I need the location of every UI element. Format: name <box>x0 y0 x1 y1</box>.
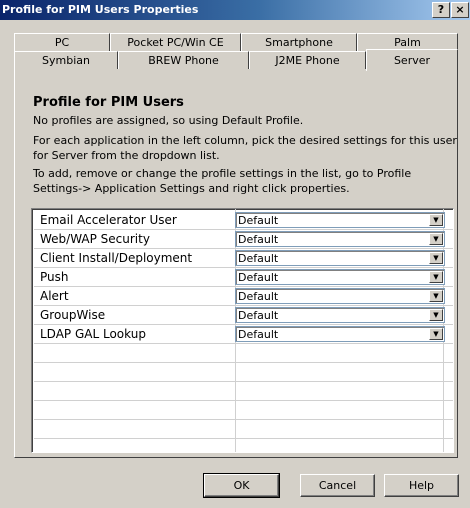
empty-row <box>34 382 453 401</box>
empty-row <box>34 401 453 420</box>
dropdown-value: Default <box>238 233 279 246</box>
setting-dropdown[interactable]: Default ▼ <box>235 250 445 266</box>
title-bar: Profile for PIM Users Properties ? × <box>0 0 470 20</box>
setting-dropdown[interactable]: Default ▼ <box>235 231 445 247</box>
setting-dropdown[interactable]: Default ▼ <box>235 212 445 228</box>
tab-row-front: Symbian BREW Phone J2ME Phone Server <box>14 38 458 71</box>
application-name: Client Install/Deployment <box>40 251 193 265</box>
application-name: LDAP GAL Lookup <box>40 327 146 341</box>
list-item[interactable]: Client Install/Deployment Default ▼ <box>34 249 453 268</box>
empty-row <box>34 363 453 382</box>
help-button[interactable]: Help <box>384 474 459 497</box>
cancel-button[interactable]: Cancel <box>300 474 375 497</box>
tab-j2me-phone[interactable]: J2ME Phone <box>249 51 366 69</box>
section-heading: Profile for PIM Users <box>33 95 184 110</box>
tab-symbian[interactable]: Symbian <box>14 51 118 69</box>
chevron-down-icon[interactable]: ▼ <box>429 214 443 226</box>
application-settings-list[interactable]: Email Accelerator User Default ▼ Web/WAP… <box>31 208 454 453</box>
application-name: Alert <box>40 289 69 303</box>
dropdown-value: Default <box>238 214 279 227</box>
list-item[interactable]: GroupWise Default ▼ <box>34 306 453 325</box>
instructions-text: For each application in the left column,… <box>33 134 457 162</box>
chevron-down-icon[interactable]: ▼ <box>429 271 443 283</box>
application-name: Web/WAP Security <box>40 232 150 246</box>
empty-row <box>34 420 453 439</box>
chevron-down-icon[interactable]: ▼ <box>429 290 443 302</box>
chevron-down-icon[interactable]: ▼ <box>429 233 443 245</box>
empty-row <box>34 439 453 452</box>
empty-row <box>34 344 453 363</box>
application-name: Push <box>40 270 69 284</box>
close-icon[interactable]: × <box>451 2 469 18</box>
dropdown-value: Default <box>238 290 279 303</box>
tab-brew-phone[interactable]: BREW Phone <box>118 51 249 69</box>
chevron-down-icon[interactable]: ▼ <box>429 309 443 321</box>
ok-button[interactable]: OK <box>203 473 280 498</box>
chevron-down-icon[interactable]: ▼ <box>429 252 443 264</box>
dropdown-value: Default <box>238 252 279 265</box>
setting-dropdown[interactable]: Default ▼ <box>235 326 445 342</box>
setting-dropdown[interactable]: Default ▼ <box>235 269 445 285</box>
list-item[interactable]: LDAP GAL Lookup Default ▼ <box>34 325 453 344</box>
chevron-down-icon[interactable]: ▼ <box>429 328 443 340</box>
no-profile-text: No profiles are assigned, so using Defau… <box>33 114 304 127</box>
dropdown-value: Default <box>238 328 279 341</box>
window-title: Profile for PIM Users Properties <box>2 3 199 16</box>
list-item[interactable]: Push Default ▼ <box>34 268 453 287</box>
tab-server[interactable]: Server <box>366 49 458 71</box>
list-item[interactable]: Web/WAP Security Default ▼ <box>34 230 453 249</box>
help-icon[interactable]: ? <box>432 2 450 18</box>
edit-hint-text: To add, remove or change the profile set… <box>33 167 412 195</box>
application-name: Email Accelerator User <box>40 213 177 227</box>
list-item[interactable]: Alert Default ▼ <box>34 287 453 306</box>
dropdown-value: Default <box>238 271 279 284</box>
setting-dropdown[interactable]: Default ▼ <box>235 307 445 323</box>
list-item[interactable]: Email Accelerator User Default ▼ <box>34 211 453 230</box>
setting-dropdown[interactable]: Default ▼ <box>235 288 445 304</box>
application-name: GroupWise <box>40 308 106 322</box>
dropdown-value: Default <box>238 309 279 322</box>
